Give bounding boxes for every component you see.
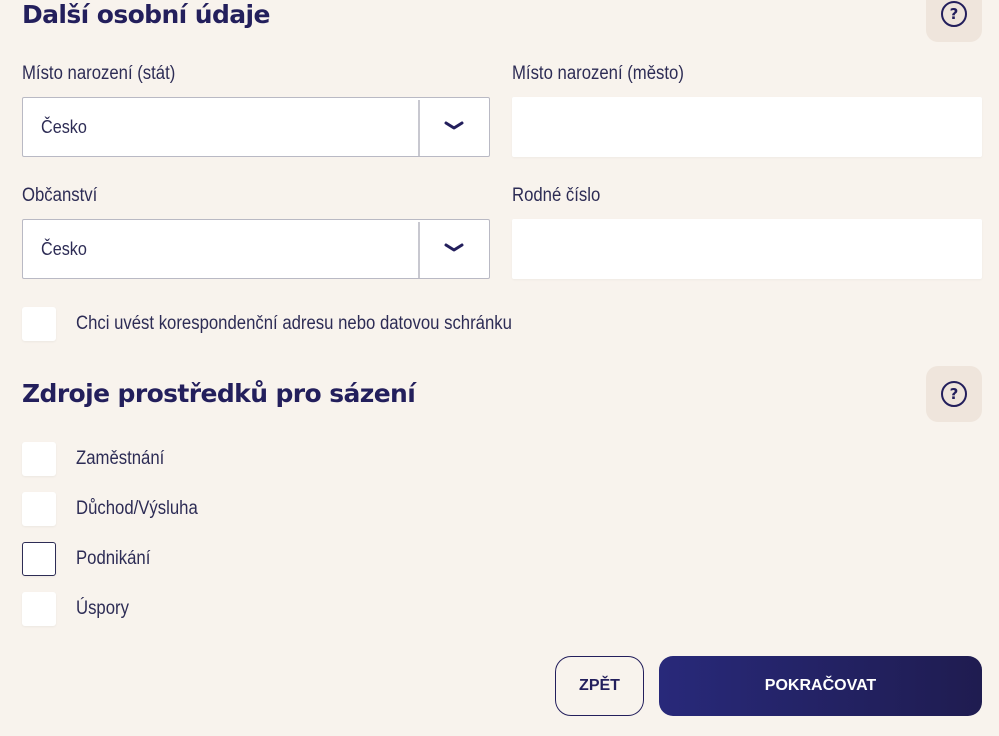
select-divider (418, 100, 420, 156)
citizenship-label: Občanství (22, 185, 98, 206)
checkbox[interactable] (22, 542, 56, 576)
checkbox-label: Zaměstnání (76, 448, 165, 469)
citizenship-value: Česko (41, 239, 87, 259)
back-button[interactable]: ZPĚT (555, 656, 644, 716)
section-title-personal: Další osobní údaje (22, 0, 270, 29)
funds-option-pension[interactable]: Důchod/Výsluha (22, 491, 214, 527)
citizenship-select[interactable]: Česko (22, 219, 490, 279)
checkbox[interactable] (22, 492, 56, 526)
correspondence-checkbox[interactable] (22, 307, 56, 341)
birth-country-value: Česko (41, 117, 87, 137)
checkbox-label: Úspory (76, 598, 129, 619)
correspondence-checkbox-row[interactable]: Chci uvést korespondenční adresu nebo da… (22, 306, 571, 342)
checkbox[interactable] (22, 592, 56, 626)
funds-option-business[interactable]: Podnikání (22, 541, 161, 577)
section-title-funds: Zdroje prostředků pro sázení (22, 379, 416, 408)
chevron-down-icon (444, 121, 464, 130)
continue-button[interactable]: POKRAČOVAT (659, 656, 982, 716)
checkbox-label: Důchod/Výsluha (76, 498, 198, 519)
birth-number-input[interactable] (512, 219, 982, 279)
birth-city-input[interactable] (512, 97, 982, 157)
funds-option-employment[interactable]: Zaměstnání (22, 441, 176, 477)
chevron-down-icon (444, 243, 464, 252)
birth-country-select[interactable]: Česko (22, 97, 490, 157)
help-button-funds[interactable]: ? (926, 366, 982, 422)
select-divider (418, 222, 420, 278)
correspondence-checkbox-label: Chci uvést korespondenční adresu nebo da… (76, 313, 512, 334)
funds-option-savings[interactable]: Úspory (22, 591, 136, 627)
checkbox-label: Podnikání (76, 548, 151, 569)
birth-number-label: Rodné číslo (512, 185, 601, 206)
help-button-personal[interactable]: ? (926, 0, 982, 42)
question-circle-icon: ? (941, 1, 967, 27)
birth-country-label: Místo narození (stát) (22, 63, 176, 84)
question-circle-icon: ? (941, 381, 967, 407)
birth-city-label: Místo narození (město) (512, 63, 684, 84)
checkbox[interactable] (22, 442, 56, 476)
